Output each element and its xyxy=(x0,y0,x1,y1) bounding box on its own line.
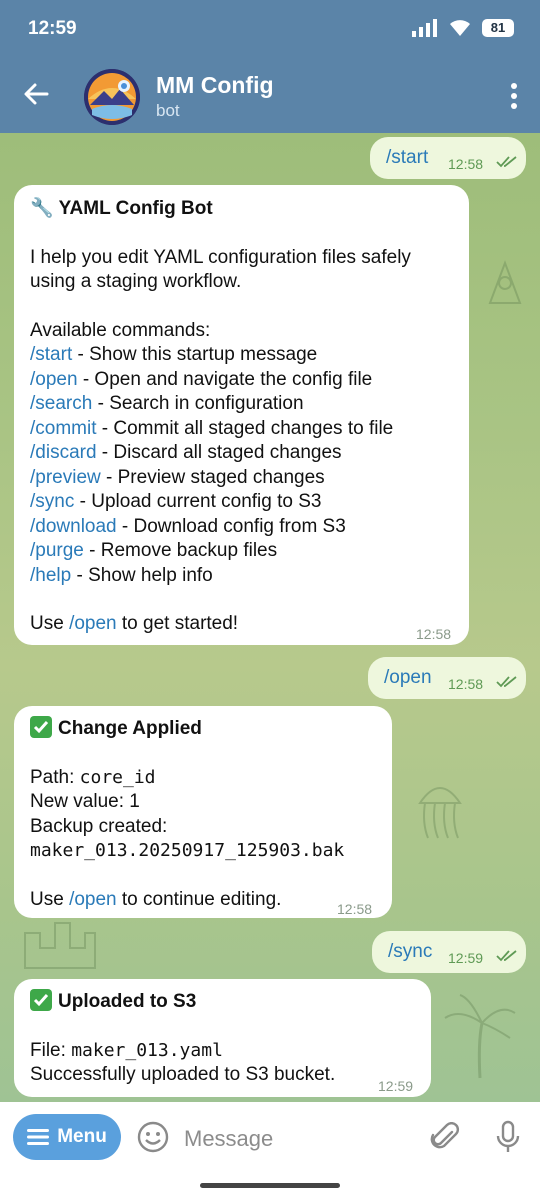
intro-line: I help you edit YAML configuration files… xyxy=(30,246,411,268)
message-title: Change Applied xyxy=(30,716,376,742)
file-line: File: maker_013.yaml xyxy=(30,1039,223,1061)
command-description: - Show help info xyxy=(71,564,213,586)
command-row: /start - Show this startup message xyxy=(30,343,453,368)
intro-line: using a staging workflow. xyxy=(30,271,242,292)
command-link[interactable]: /download xyxy=(30,516,117,537)
command-row: /purge - Remove backup files xyxy=(30,539,453,564)
message-time: 12:59 xyxy=(378,1078,414,1094)
message-title: 🔧 YAML Config Bot xyxy=(30,198,213,219)
status-icons: 81 xyxy=(412,19,514,37)
command-description: - Remove backup files xyxy=(83,540,278,561)
chat-header: MM Config bot xyxy=(0,58,540,133)
command-link[interactable]: /commit xyxy=(30,418,97,439)
command-description: - Search in configuration xyxy=(92,393,304,414)
command-row: /help - Show help info xyxy=(30,564,453,589)
command-row: /open - Open and navigate the config fil… xyxy=(30,368,453,393)
file-value: maker_013.yaml xyxy=(71,1039,223,1061)
status-time: 12:59 xyxy=(28,18,77,39)
backup-file: maker_013.20250917_125903.bak xyxy=(30,840,345,861)
message-time: 12:58 xyxy=(448,676,484,692)
bot-avatar[interactable] xyxy=(84,69,140,125)
command-link[interactable]: /start xyxy=(386,146,428,171)
hamburger-icon xyxy=(27,1129,50,1145)
result-line: Successfully uploaded to S3 bucket. xyxy=(30,1064,336,1085)
command-row: /commit - Commit all staged changes to f… xyxy=(30,417,453,442)
command-row: /preview - Preview staged changes xyxy=(30,466,453,491)
check-mark-icon xyxy=(30,716,52,738)
path-line: Path: core_id xyxy=(30,766,156,788)
command-link[interactable]: /help xyxy=(30,565,71,586)
doodle-jellyfish-icon xyxy=(418,787,462,839)
backup-label: Backup created: xyxy=(30,815,168,837)
command-description: - Open and navigate the config file xyxy=(77,368,373,390)
footer-line: Use /open to continue editing. xyxy=(30,888,282,910)
chat-subtitle: bot xyxy=(156,101,180,120)
back-arrow-icon[interactable] xyxy=(22,80,50,108)
message-bubble-outgoing[interactable]: /sync 12:59 xyxy=(372,931,526,973)
wifi-icon xyxy=(450,20,470,36)
signal-icon xyxy=(412,19,437,37)
more-options-icon[interactable] xyxy=(510,82,518,110)
message-input[interactable] xyxy=(182,1118,416,1160)
doodle-pattern-icon xyxy=(488,260,522,304)
message-input-bar: Menu xyxy=(0,1102,540,1174)
command-description: - Preview staged changes xyxy=(100,466,325,488)
read-receipt-icon xyxy=(496,676,517,688)
attach-icon[interactable] xyxy=(430,1122,460,1154)
command-link[interactable]: /sync xyxy=(30,491,74,512)
command-description: - Upload current config to S3 xyxy=(74,491,322,512)
footer-line: Use /open to get started! xyxy=(30,613,239,634)
command-row: /search - Search in configuration xyxy=(30,392,453,417)
read-receipt-icon xyxy=(496,950,517,962)
message-bubble-outgoing[interactable]: /open 12:58 xyxy=(368,657,526,699)
message-bubble-outgoing[interactable]: /start 12:58 xyxy=(370,137,526,179)
message-time: 12:58 xyxy=(416,626,452,642)
command-row: /download - Download config from S3 xyxy=(30,515,453,540)
commands-heading: Available commands: xyxy=(30,319,211,341)
message-time: 12:59 xyxy=(448,950,484,966)
chat-title[interactable]: MM Config xyxy=(156,72,274,99)
command-description: - Download config from S3 xyxy=(116,515,346,537)
doodle-palm-icon xyxy=(444,994,516,1079)
command-description: - Discard all staged changes xyxy=(96,442,342,463)
command-link[interactable]: /sync xyxy=(388,940,432,965)
message-time: 12:58 xyxy=(337,901,373,917)
message-title: Uploaded to S3 xyxy=(30,989,415,1015)
command-row: /sync - Upload current config to S3 xyxy=(30,490,453,515)
status-bar: 12:59 81 xyxy=(0,0,540,58)
read-receipt-icon xyxy=(496,156,517,168)
command-link[interactable]: /open xyxy=(69,889,117,910)
command-link[interactable]: /open xyxy=(384,666,432,691)
command-link[interactable]: /open xyxy=(30,369,78,390)
message-time: 12:58 xyxy=(448,156,484,172)
mountain-logo-icon xyxy=(84,69,140,125)
command-link[interactable]: /start xyxy=(30,344,72,365)
command-description: - Commit all staged changes to file xyxy=(96,417,394,439)
command-row: /discard - Discard all staged changes xyxy=(30,441,453,466)
new-value-line: New value: 1 xyxy=(30,791,140,812)
check-mark-icon xyxy=(30,989,52,1011)
command-link[interactable]: /purge xyxy=(30,540,84,561)
command-description: - Show this startup message xyxy=(72,344,318,365)
command-link[interactable]: /preview xyxy=(30,467,101,488)
message-bubble-incoming[interactable]: 🔧 YAML Config Bot I help you edit YAML c… xyxy=(14,185,469,645)
system-nav-bar xyxy=(0,1174,540,1200)
command-link[interactable]: /discard xyxy=(30,442,97,463)
emoji-icon[interactable] xyxy=(137,1121,169,1153)
command-link[interactable]: /open xyxy=(69,613,117,634)
microphone-icon[interactable] xyxy=(494,1120,522,1154)
home-gesture-handle[interactable] xyxy=(200,1183,340,1188)
chat-area[interactable]: /start 12:58 🔧 YAML Config Bot I help yo… xyxy=(0,133,540,1102)
message-bubble-incoming[interactable]: Change Applied Path: core_id New value: … xyxy=(14,706,392,918)
menu-label: Menu xyxy=(57,1126,107,1147)
battery-indicator: 81 xyxy=(482,19,514,37)
wrench-icon: 🔧 xyxy=(30,198,54,219)
message-bubble-incoming[interactable]: Uploaded to S3 File: maker_013.yaml Succ… xyxy=(14,979,431,1097)
command-link[interactable]: /search xyxy=(30,393,92,414)
path-value: core_id xyxy=(79,766,156,788)
menu-button[interactable]: Menu xyxy=(13,1114,121,1160)
